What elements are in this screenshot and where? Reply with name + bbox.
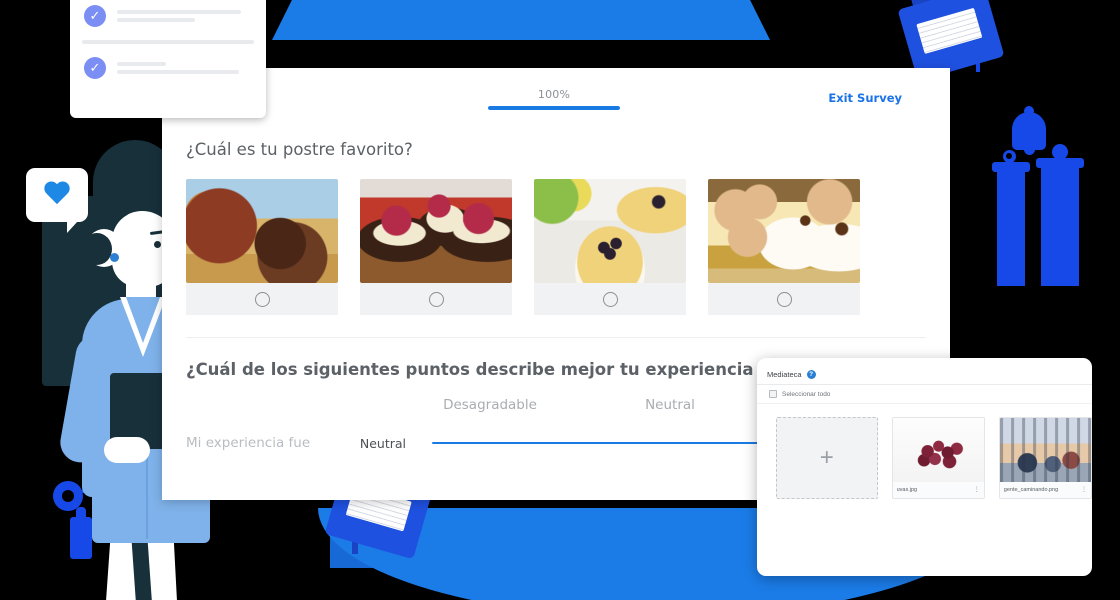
bell-top-icon [1024,106,1034,116]
choice-footer[interactable] [186,283,338,315]
choice-footer[interactable] [708,283,860,315]
scale-header-neutral: Neutral [645,397,695,413]
question-1-choices [186,179,926,315]
media-tile-footer: uvas.jpg ⋮ [892,482,984,498]
choice-radio[interactable] [776,291,792,307]
choice-option[interactable] [360,179,512,315]
choice-footer[interactable] [534,283,686,315]
media-tile[interactable]: gente_caminando.png ⋮ [998,417,1092,499]
choice-image-raspberry-cupcakes [360,179,512,283]
choice-radio[interactable] [428,291,444,307]
progress-label: 100% [537,88,571,101]
placeholder-line [117,70,239,74]
media-thumbnail-gente [999,418,1091,482]
media-menu-icon[interactable]: ⋮ [974,487,980,493]
media-file-name: uvas.jpg [896,487,918,493]
progress-track [488,106,620,110]
illustration-stage: 100% Exit Survey ¿Cuál es tu postre favo… [0,0,1120,600]
decor-blue-trapezoid-top [272,0,770,40]
media-grid: + uvas.jpg ⋮ gente_caminando.png ⋮ [757,404,1092,499]
section-divider [186,337,926,338]
hair-bun [82,233,112,265]
select-all-checkbox[interactable] [769,390,777,398]
choice-image-lemon-cheesecake [534,179,686,283]
media-library-title: Mediateca [767,369,802,379]
media-file-name: gente_caminando.png [1003,487,1059,493]
checklist-separator [82,40,254,44]
choice-image-chocolate-muffin [186,179,338,283]
add-media-tile[interactable]: + [776,417,878,499]
checklist-item[interactable]: ✓ [84,46,252,90]
earring [110,253,119,262]
select-all-row[interactable]: Seleccionar todo [757,385,1092,404]
bell-icon [1012,112,1046,150]
select-all-label: Seleccionar todo [782,390,831,398]
question-1-title: ¿Cuál es tu postre favorito? [186,140,413,159]
media-library-header: Mediateca ? [757,358,1092,385]
checklist-item[interactable]: ✓ [84,0,252,38]
scale-header-desagradable: Desagradable [443,397,537,413]
choice-option[interactable] [708,179,860,315]
decor-knob-hole [1006,153,1012,159]
placeholder-line [117,10,242,14]
survey-progress: 100% [488,88,620,110]
media-tile-footer: gente_caminando.png ⋮ [999,482,1091,498]
media-library-panel: Mediateca ? Seleccionar todo + uvas.jpg … [757,358,1092,576]
bell-clapper-icon [1024,147,1035,155]
check-icon: ✓ [84,57,106,79]
checklist-item-lines [117,6,252,26]
choice-option[interactable] [186,179,338,315]
decor-tag [1054,168,1067,186]
media-menu-icon[interactable]: ⋮ [1081,487,1087,493]
eye [154,241,161,248]
progress-fill [488,106,620,110]
choice-option[interactable] [534,179,686,315]
choice-radio[interactable] [602,291,618,307]
survey-header: 100% Exit Survey [162,68,950,126]
scale-row-label: Mi experiencia fue [186,435,311,451]
choice-footer[interactable] [360,283,512,315]
help-icon[interactable]: ? [806,369,816,379]
media-tile[interactable]: uvas.jpg ⋮ [891,417,985,499]
decor-bar-a [997,170,1025,286]
hand-left [104,437,150,463]
exit-survey-link[interactable]: Exit Survey [828,91,902,105]
choice-image-macaron-tart [708,179,860,283]
placeholder-line [117,62,166,66]
placeholder-line [117,18,196,22]
scale-row-value: Neutral [359,435,406,451]
checklist-item-lines [117,58,252,78]
checklist-card: ✓ ✓ ✓ [70,0,266,118]
media-thumbnail-uvas [892,418,984,482]
choice-radio[interactable] [254,291,270,307]
check-icon: ✓ [84,5,106,27]
